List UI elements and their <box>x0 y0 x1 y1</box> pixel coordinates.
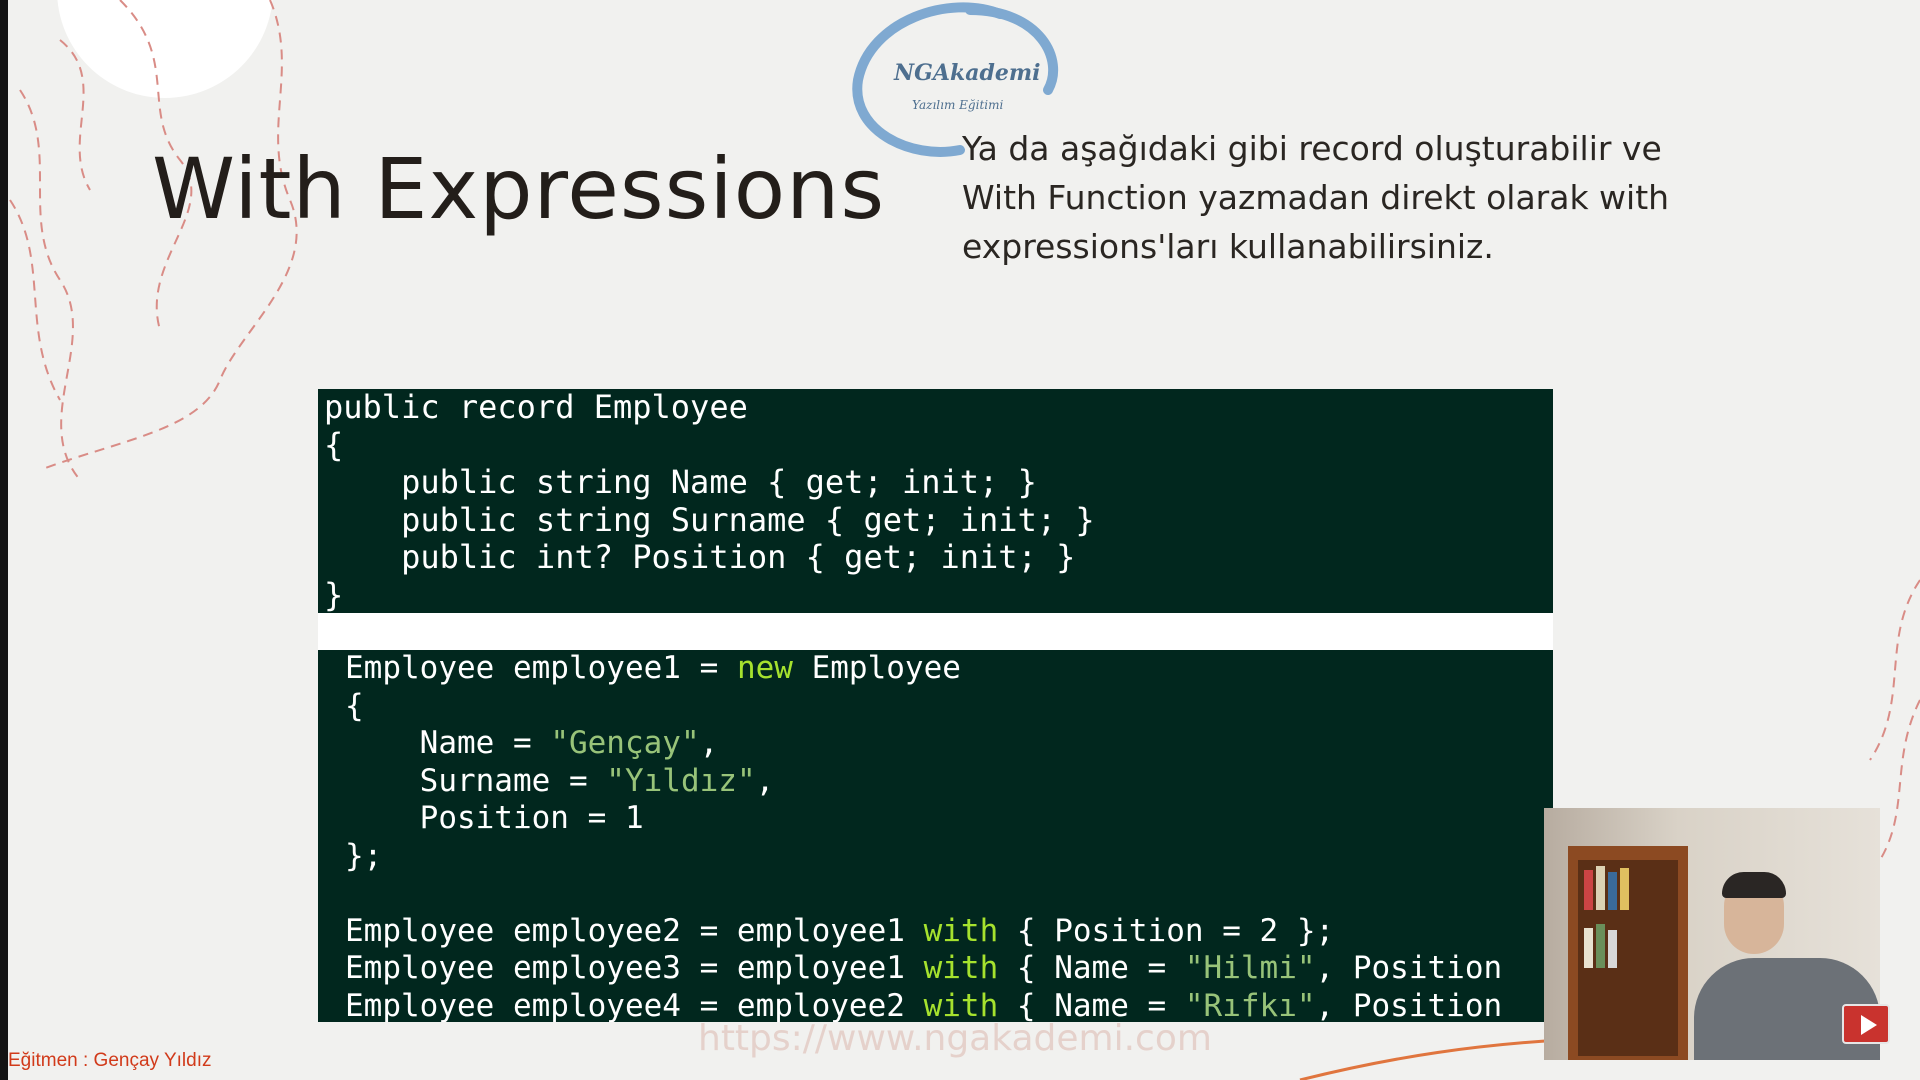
code-line: Employee employee3 = employee1 with { Na… <box>345 950 1553 988</box>
code-text: , <box>699 725 719 761</box>
code-line: Employee employee2 = employee1 with { Po… <box>345 913 1553 951</box>
code-line: public record Employee <box>324 389 748 426</box>
code-block-record: public record Employee { public string N… <box>318 389 1553 613</box>
code-string: "Rıfkı" <box>1184 987 1316 1023</box>
book <box>1584 928 1593 968</box>
book <box>1620 868 1629 910</box>
code-block-usage: Employee employee1 = new Employee { Name… <box>318 650 1553 1022</box>
slide-title: With Expressions <box>152 140 886 238</box>
code-text: Employee <box>792 650 961 686</box>
code-text: Name = <box>345 725 551 761</box>
code-line: { <box>324 425 344 464</box>
code-line: }; <box>345 837 383 874</box>
code-line: { <box>345 687 364 724</box>
code-keyword: with <box>923 950 999 986</box>
book <box>1596 924 1605 968</box>
logo-subtext: Yazılım Eğitimi <box>912 98 1004 112</box>
code-text: , Position <box>1315 950 1503 986</box>
code-text: Employee employee1 = <box>345 650 737 686</box>
code-text: Employee employee3 = employee1 <box>345 950 924 986</box>
code-text: { Name = <box>998 950 1185 986</box>
webcam-overlay <box>1544 808 1880 1060</box>
code-string: "Yıldız" <box>606 762 756 799</box>
logo-text: NGAkademi <box>894 60 1041 86</box>
code-line: Employee employee4 = employee2 with { Na… <box>345 988 1553 1023</box>
youtube-play-icon[interactable] <box>1842 1004 1890 1044</box>
book <box>1584 870 1593 910</box>
code-line: } <box>324 575 344 613</box>
code-line: public string Surname { get; init; } <box>324 500 1095 539</box>
code-keyword: new <box>736 650 793 686</box>
code-line: public string Name { get; init; } <box>324 463 1037 501</box>
website-watermark: https://www.ngakademi.com <box>698 1018 1212 1059</box>
presenter-hair <box>1722 872 1786 898</box>
code-string: "Hilmi" <box>1184 950 1316 986</box>
code-line: public int? Position { get; init; } <box>324 538 1076 576</box>
code-text: , Position <box>1315 987 1503 1023</box>
code-line: Surname = "Yıldız", <box>345 763 1553 801</box>
code-text: , <box>755 762 775 799</box>
code-line: Position = 1 <box>345 800 644 836</box>
code-separator <box>318 613 1553 650</box>
code-string: "Gençay" <box>550 725 700 761</box>
book <box>1608 930 1617 968</box>
book <box>1596 866 1605 910</box>
code-text: { Name = <box>998 987 1185 1023</box>
code-line: Employee employee1 = new Employee <box>345 650 1553 688</box>
code-text: { Position = 2 }; <box>998 912 1335 949</box>
code-line: Name = "Gençay", <box>345 725 1553 763</box>
code-keyword: with <box>923 912 999 949</box>
code-keyword: with <box>923 987 999 1023</box>
book <box>1608 872 1617 910</box>
code-text: Employee employee4 = employee2 <box>345 987 924 1023</box>
code-text: Surname = <box>345 762 607 799</box>
code-text: Employee employee2 = employee1 <box>345 912 924 949</box>
slide-description: Ya da aşağıdaki gibi record oluşturabili… <box>962 129 1670 266</box>
instructor-label: Eğitmen : Gençay Yıldız <box>8 1050 212 1071</box>
